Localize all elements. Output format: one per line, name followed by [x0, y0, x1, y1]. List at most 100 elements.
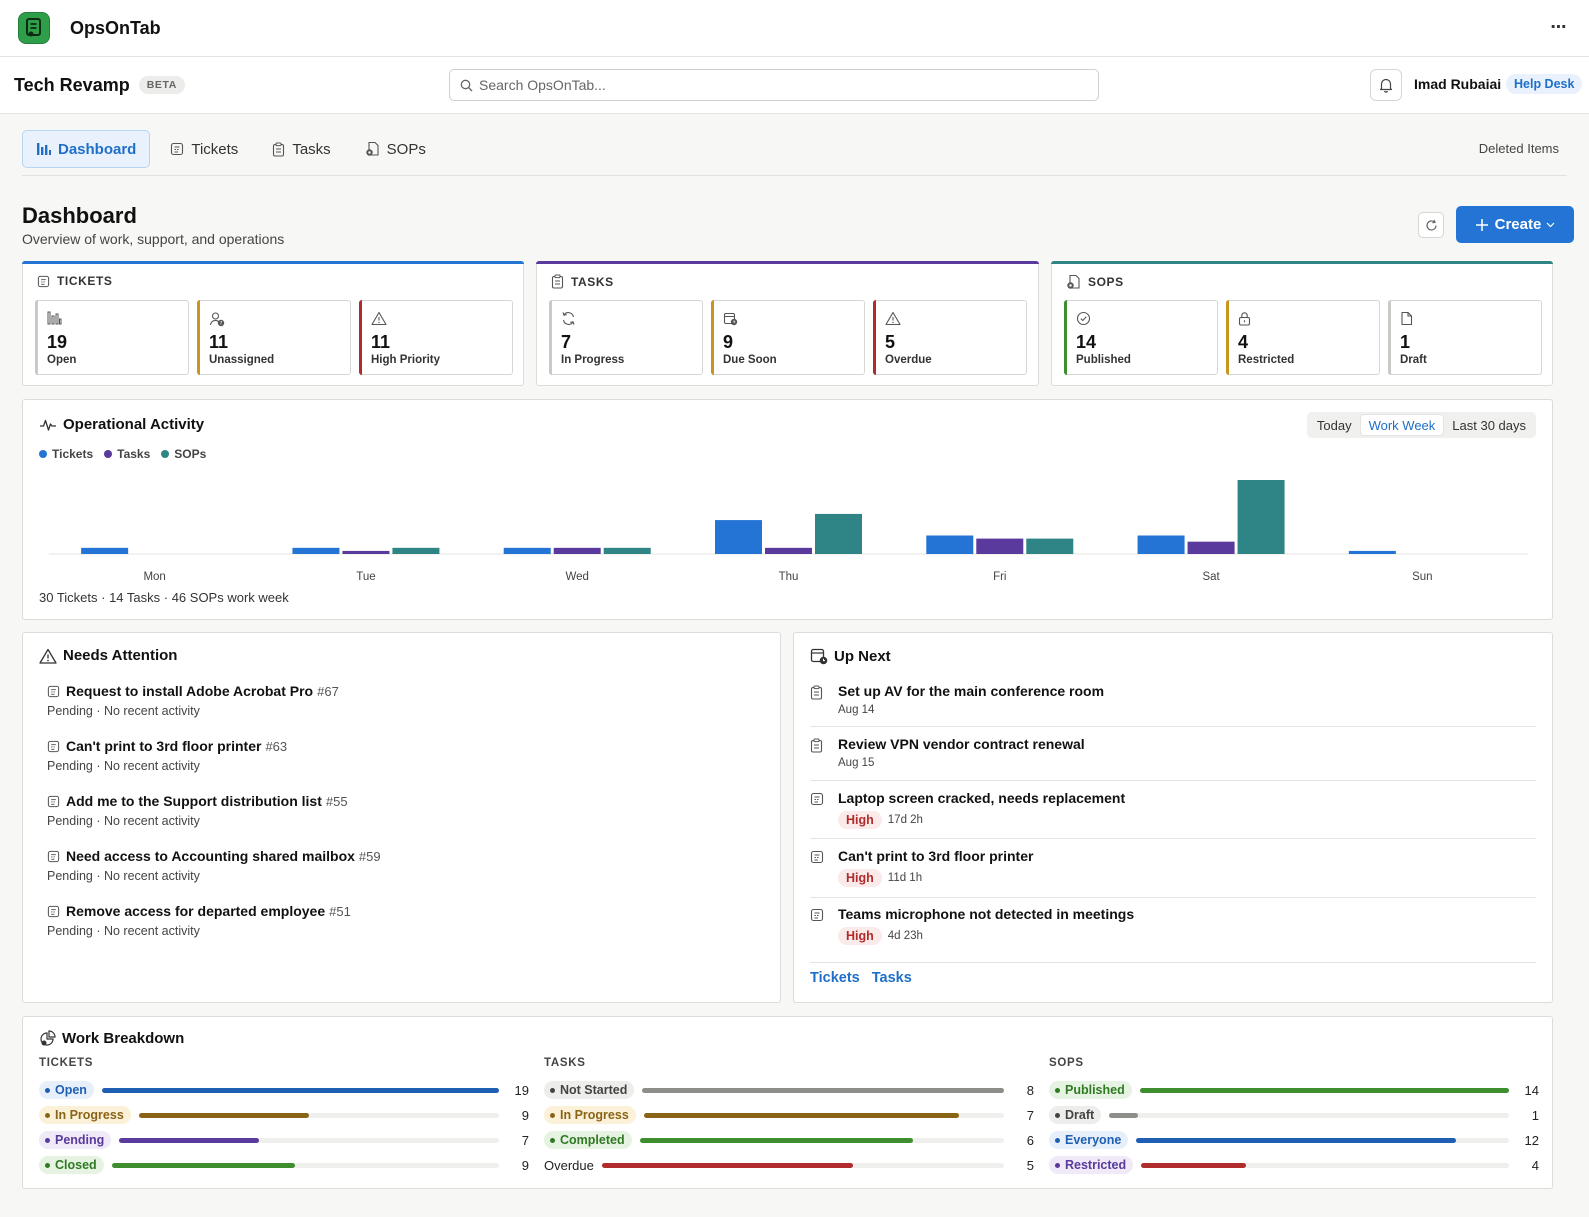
status-label: Closed: [55, 1158, 97, 1172]
tab-tickets[interactable]: Tickets: [156, 130, 252, 168]
tab-sops[interactable]: SOPs: [351, 130, 440, 168]
panel-title: Work Breakdown: [39, 1030, 184, 1047]
sop-doc-icon: [1066, 274, 1081, 290]
x-tick-label: Thu: [779, 571, 799, 583]
up-next-item[interactable]: Review VPN vendor contract renewal Aug 15: [810, 736, 1536, 781]
x-tick-label: Sun: [1412, 571, 1432, 583]
progress-track: [1109, 1112, 1509, 1118]
search-input[interactable]: [479, 77, 1079, 93]
up-next-item[interactable]: Teams microphone not detected in meeting…: [810, 906, 1536, 963]
breakdown-row[interactable]: Published 14: [1049, 1080, 1539, 1100]
bar-tickets-sun[interactable]: [1348, 550, 1396, 554]
project-title[interactable]: Tech Revamp: [14, 75, 130, 96]
bar-sops-thu[interactable]: [815, 513, 862, 554]
bar-tasks-fri[interactable]: [976, 538, 1024, 554]
bar-sops-tue[interactable]: [392, 547, 440, 554]
breakdown-column-tasks: TASKS Not Started 8 In Progress 7 Completed 6 O…: [544, 1057, 1034, 1173]
up-next-item[interactable]: Laptop screen cracked, needs replacement…: [810, 790, 1536, 839]
activity-bar-chart: Mon Tue Wed Thu Fri Sat Sun: [49, 480, 1528, 583]
clipboard-icon: [810, 736, 838, 769]
priority-badge: High: [838, 869, 882, 887]
work-breakdown-panel: Work Breakdown TICKETS Open 19 In Progress 9…: [22, 1016, 1553, 1189]
bar-sops-wed[interactable]: [603, 547, 651, 554]
stat-card-draft[interactable]: 1 Draft: [1388, 300, 1542, 375]
up-next-item[interactable]: Can't print to 3rd floor printer High 11d …: [810, 848, 1536, 898]
breakdown-row[interactable]: Not Started 8: [544, 1080, 1034, 1100]
ticket-icon: [170, 142, 184, 156]
bar-sops-sat[interactable]: [1237, 480, 1285, 554]
stat-card-restricted[interactable]: 4 Restricted: [1226, 300, 1380, 375]
stat-card-due-soon[interactable]: 9 Due Soon: [711, 300, 865, 375]
status-dot: [1055, 1137, 1060, 1143]
status-pill: Published: [1049, 1081, 1132, 1099]
stat-card-unassigned[interactable]: ? 11 Unassigned: [197, 300, 351, 375]
breakdown-heading: TASKS: [544, 1057, 586, 1069]
bar-tickets-wed[interactable]: [503, 547, 551, 554]
stat-value: 11: [371, 332, 391, 352]
more-options-icon[interactable]: ⋯: [1547, 16, 1571, 38]
bar-sops-fri[interactable]: [1026, 538, 1074, 554]
x-tick-label: Sat: [1202, 571, 1220, 583]
breakdown-row[interactable]: Draft 1: [1049, 1105, 1539, 1125]
breakdown-row[interactable]: In Progress 7: [544, 1105, 1034, 1125]
bar-tickets-sat[interactable]: [1137, 535, 1185, 555]
bar-tasks-thu[interactable]: [765, 547, 812, 554]
bar-tasks-wed[interactable]: [553, 547, 601, 554]
bar-tickets-tue[interactable]: [292, 547, 340, 554]
stat-card-overdue[interactable]: 5 Overdue: [873, 300, 1027, 375]
ticket-icon: [47, 795, 60, 808]
breakdown-row[interactable]: In Progress 9: [39, 1105, 529, 1125]
stat-card-published[interactable]: 14 Published: [1064, 300, 1218, 375]
bar-tasks-sat[interactable]: [1187, 541, 1235, 554]
progress-track: [643, 1112, 1004, 1118]
status-count: 6: [1026, 1132, 1034, 1148]
status-label: Everyone: [1065, 1133, 1122, 1147]
panel-title-label: Needs Attention: [63, 647, 178, 664]
card-accent: [359, 300, 362, 375]
ticket-icon: [47, 905, 60, 918]
attention-item[interactable]: Can't print to 3rd floor printer #63 Pend…: [47, 738, 287, 773]
stat-card-high-priority[interactable]: 11 High Priority: [359, 300, 513, 375]
bar-tickets-thu[interactable]: [715, 520, 762, 554]
panel-title: Up Next: [810, 647, 891, 665]
breakdown-row[interactable]: Closed 9: [39, 1155, 529, 1175]
chevron-down-icon: [1546, 222, 1555, 228]
tickets-link[interactable]: Tickets: [810, 970, 860, 986]
tab-tasks[interactable]: Tasks: [258, 130, 344, 168]
breakdown-row[interactable]: Restricted 4: [1049, 1155, 1539, 1175]
search-box[interactable]: [449, 69, 1099, 101]
tasks-link[interactable]: Tasks: [872, 970, 912, 986]
stat-card-in-progress[interactable]: 7 In Progress: [549, 300, 703, 375]
attention-item[interactable]: Add me to the Support distribution list #…: [47, 793, 348, 828]
attention-item[interactable]: Request to install Adobe Acrobat Pro #67 …: [47, 683, 339, 718]
attention-item-meta: Pending · No recent activity: [47, 924, 200, 938]
attention-item[interactable]: Remove access for departed employee #51 P…: [47, 903, 351, 938]
tab-dashboard[interactable]: Dashboard: [22, 130, 151, 168]
refresh-button[interactable]: [1418, 212, 1444, 238]
bar-tickets-fri[interactable]: [926, 535, 974, 555]
app-logo-icon[interactable]: [18, 12, 50, 44]
bar-tickets-mon[interactable]: [81, 547, 129, 554]
breakdown-row[interactable]: Pending 7: [39, 1130, 529, 1150]
status-count: 14: [1524, 1082, 1539, 1098]
breakdown-row[interactable]: Everyone 12: [1049, 1130, 1539, 1150]
notifications-button[interactable]: [1370, 69, 1402, 101]
attention-item[interactable]: Need access to Accounting shared mailbox…: [47, 848, 381, 883]
stat-card-open-tickets[interactable]: 19 Open: [35, 300, 189, 375]
progress-fill: [111, 1162, 296, 1168]
progress-track: [119, 1137, 499, 1143]
breakdown-row[interactable]: Completed 6: [544, 1130, 1034, 1150]
attention-item-meta: Pending · No recent activity: [47, 814, 200, 828]
breakdown-row[interactable]: Open 19: [39, 1080, 529, 1100]
bar-tasks-tue[interactable]: [342, 550, 390, 554]
panel-title: Needs Attention: [39, 647, 177, 664]
attention-item-title: Remove access for departed employee: [66, 903, 326, 919]
pie-chart-icon: [39, 1030, 56, 1047]
user-name[interactable]: Imad Rubaiai: [1414, 76, 1501, 92]
deleted-items-link[interactable]: Deleted Items: [1479, 141, 1559, 156]
status-label: Published: [1065, 1083, 1125, 1097]
create-button[interactable]: Create: [1456, 206, 1574, 243]
up-next-item[interactable]: Set up AV for the main conference room Au…: [810, 683, 1536, 727]
breakdown-row[interactable]: Overdue 5: [544, 1155, 1034, 1175]
progress-fill: [1139, 1087, 1509, 1093]
